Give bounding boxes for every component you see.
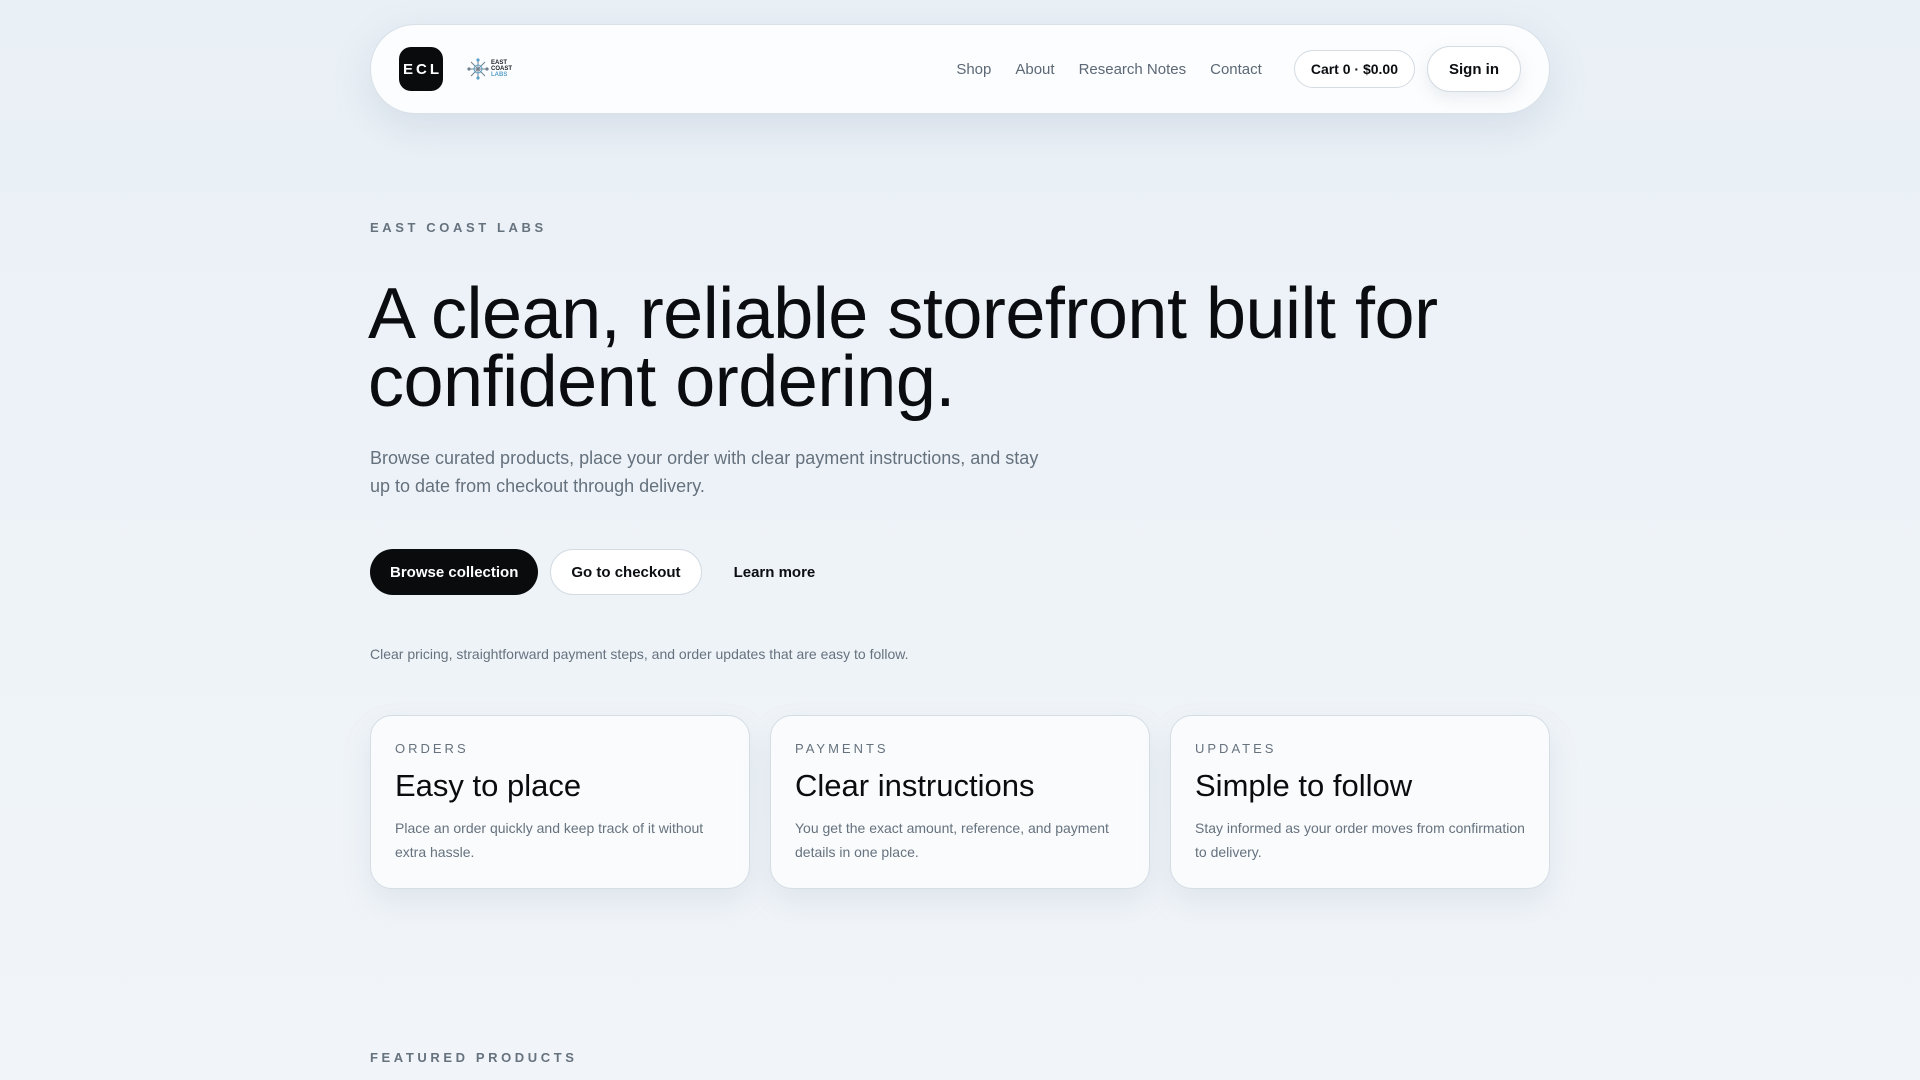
card-eyebrow: PAYMENTS [795, 741, 889, 756]
brand-logo-line3: LABS [491, 72, 508, 78]
cta-row: Browse collection Go to checkout Learn m… [370, 549, 835, 595]
browse-collection-button[interactable]: Browse collection [370, 549, 539, 595]
logo-mark[interactable]: ECL [399, 47, 443, 91]
nav-contact[interactable]: Contact [1210, 61, 1262, 78]
hero-tagline: Clear pricing, straightforward payment s… [370, 646, 909, 662]
card-title: Easy to place [395, 768, 582, 803]
card-eyebrow: UPDATES [1195, 741, 1277, 756]
hero-subtitle: Browse curated products, place your orde… [370, 448, 1039, 496]
feature-card-orders: ORDERS Easy to place Place an order quic… [370, 715, 750, 889]
page: ECL EAST COAST LABS Shop About Research … [0, 0, 1920, 1080]
molecule-icon [467, 58, 489, 80]
nav-shop[interactable]: Shop [956, 61, 991, 78]
feature-card-updates: UPDATES Simple to follow Stay informed a… [1170, 715, 1550, 889]
card-eyebrow: ORDERS [395, 741, 469, 756]
learn-more-link[interactable]: Learn more [714, 549, 836, 595]
hero-eyebrow: EAST COAST LABS [370, 220, 547, 235]
nav-research-notes[interactable]: Research Notes [1079, 61, 1187, 78]
cart-button[interactable]: Cart 0 · $0.00 [1293, 50, 1415, 88]
card-title: Clear instructions [795, 768, 1035, 803]
hero-title: A clean, reliable storefront built for c… [368, 274, 1438, 422]
logo-mark-text: ECL [403, 60, 442, 78]
brand-logo-text: EAST COAST LABS [491, 60, 512, 78]
card-description: Place an order quickly and keep track of… [395, 820, 704, 860]
feature-cards: ORDERS Easy to place Place an order quic… [370, 715, 1550, 889]
nav-about[interactable]: About [1015, 61, 1054, 78]
card-title: Simple to follow [1195, 768, 1413, 803]
brand-logo[interactable]: EAST COAST LABS [467, 56, 519, 82]
card-description: Stay informed as your order moves from c… [1195, 820, 1525, 860]
card-description: You get the exact amount, reference, and… [795, 820, 1109, 860]
sign-in-button[interactable]: Sign in [1427, 46, 1521, 92]
main-nav: Shop About Research Notes Contact [956, 61, 1262, 78]
site-header: ECL EAST COAST LABS Shop About Research … [370, 24, 1550, 114]
featured-products-heading: FEATURED PRODUCTS [370, 1050, 578, 1065]
go-to-checkout-button[interactable]: Go to checkout [550, 549, 702, 595]
feature-card-payments: PAYMENTS Clear instructions You get the … [770, 715, 1150, 889]
